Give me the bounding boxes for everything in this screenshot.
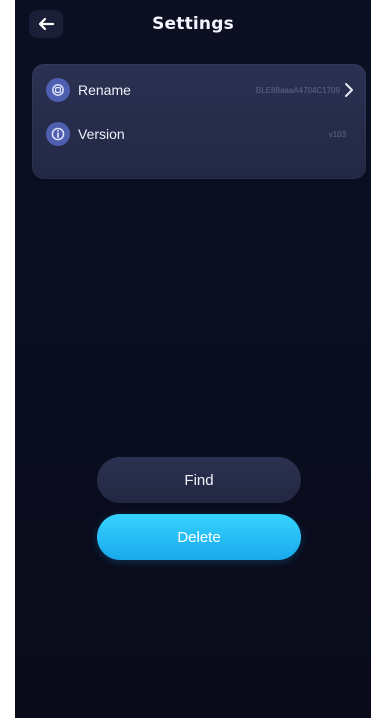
settings-card: Rename BLE88aaaA4704C1709 Version v103 [32,64,366,179]
settings-row-rename[interactable]: Rename BLE88aaaA4704C1709 [32,70,366,110]
rename-label: Rename [78,82,131,98]
find-button[interactable]: Find [97,457,301,503]
info-icon [46,122,70,146]
device-name-value: BLE88aaaA4704C1709 [255,85,340,95]
version-value: v103 [328,129,346,139]
version-label: Version [78,126,125,142]
header: Settings [15,0,371,52]
delete-button[interactable]: Delete [97,514,301,560]
settings-row-version[interactable]: Version v103 [32,114,366,154]
phone-screen: Settings Rename BLE88aaaA4704C1709 Versi… [15,0,371,718]
chevron-right-icon [344,82,354,98]
rename-icon [46,78,70,102]
page-title: Settings [152,14,234,34]
